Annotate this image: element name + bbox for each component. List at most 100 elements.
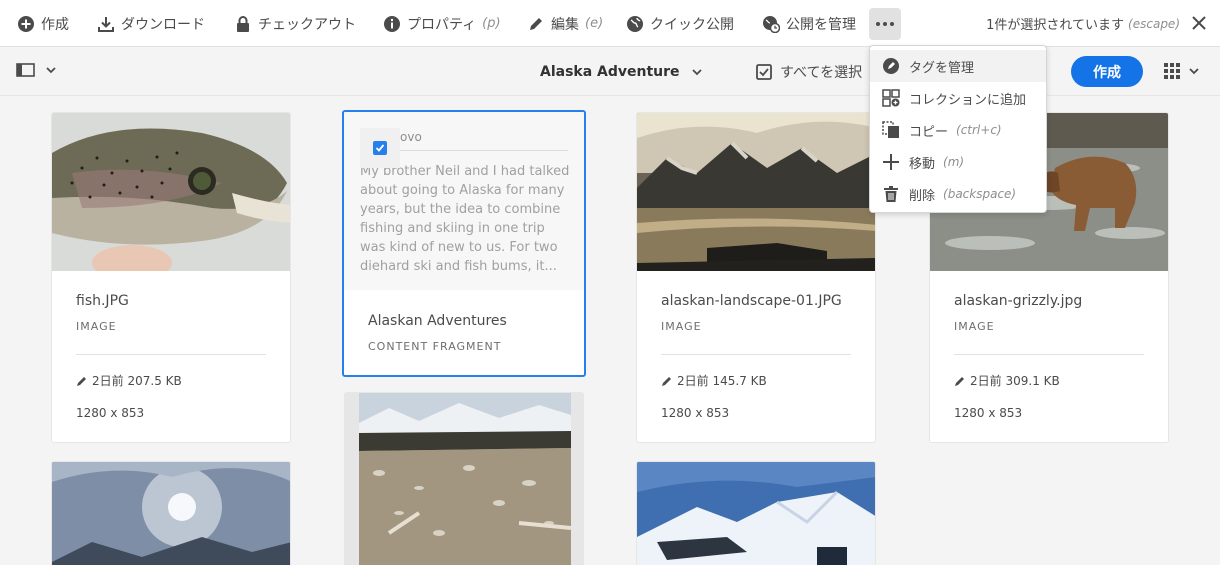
selection-count-label: 1件が選択されています — [986, 18, 1125, 33]
menu-item-copy[interactable]: コピー (ctrl+c) — [870, 114, 1046, 146]
pencil-icon — [955, 376, 964, 386]
folder-title[interactable]: Alaska Adventure — [540, 48, 704, 96]
asset-modified: 2日前 309.1 KB — [954, 372, 1060, 389]
globe-icon — [627, 15, 643, 32]
quick-publish-label: クイック公開 — [650, 16, 734, 33]
grid-view-icon — [1164, 63, 1180, 79]
edit-shortcut: (e) — [585, 16, 604, 31]
properties-shortcut: (p) — [482, 16, 501, 31]
menu-item-label: 移動 — [909, 156, 936, 172]
manage-publication-action[interactable]: 公開を管理 — [762, 0, 856, 47]
globe-clock-icon — [763, 15, 780, 33]
asset-dimensions: 1280 x 853 — [76, 406, 145, 420]
download-label: ダウンロード — [121, 16, 205, 33]
menu-item-label: 削除 — [909, 188, 936, 204]
checkmark-icon — [373, 141, 387, 155]
select-checkbox[interactable] — [360, 128, 400, 168]
pencil-icon — [662, 376, 671, 386]
menu-item-label: コピー — [909, 124, 949, 140]
asset-title: Alaskan Adventures — [368, 313, 507, 329]
asset-card[interactable]: fish.JPG IMAGE 2日前 207.5 KB 1280 x 853 — [51, 112, 291, 443]
riverbank-image — [359, 393, 571, 565]
asset-type: IMAGE — [76, 320, 117, 333]
selection-shortcut: (escape) — [1128, 16, 1180, 31]
pencil-icon — [530, 17, 542, 30]
menu-item-label: コレクションに追加 — [909, 92, 1027, 108]
ellipsis-dot — [890, 22, 894, 26]
more-actions-button[interactable] — [869, 8, 901, 40]
asset-type: CONTENT FRAGMENT — [368, 340, 502, 353]
download-icon — [98, 16, 114, 32]
select-all-button[interactable]: すべてを選択 — [756, 48, 862, 96]
menu-item-shortcut: (m) — [943, 155, 965, 169]
asset-thumbnail — [52, 113, 290, 271]
menu-item-shortcut: (ctrl+c) — [956, 123, 1002, 137]
mountain-plane-image — [637, 462, 875, 565]
action-bar: 作成 ダウンロード チェックアウト プロパティ (p) 編集 (e) クイック公… — [0, 0, 1220, 47]
info-icon — [384, 15, 400, 32]
modified-label: 2日前 — [970, 374, 1002, 388]
asset-card-selected[interactable]: ovo My brother Neil and I had talked abo… — [342, 110, 586, 377]
chevron-down-icon — [691, 69, 702, 76]
asset-thumbnail — [637, 113, 875, 271]
download-action[interactable]: ダウンロード — [97, 0, 205, 47]
asset-title: fish.JPG — [76, 293, 129, 309]
size-label: 207.5 KB — [127, 373, 182, 388]
manage-publication-label: 公開を管理 — [786, 16, 856, 33]
create-button[interactable]: 作成 — [1071, 56, 1143, 87]
asset-title: alaskan-grizzly.jpg — [954, 293, 1083, 309]
modified-label: 2日前 — [92, 374, 124, 388]
properties-label: プロパティ — [407, 16, 477, 33]
menu-item-delete[interactable]: 削除 (backspace) — [870, 178, 1046, 210]
add-circle-icon — [18, 15, 34, 32]
card-divider — [661, 354, 851, 355]
collection-add-icon — [882, 89, 900, 107]
checkbox-icon — [756, 64, 772, 80]
asset-dimensions: 1280 x 853 — [954, 406, 1023, 420]
card-divider — [76, 354, 266, 355]
size-label: 145.7 KB — [712, 373, 767, 388]
ellipsis-dot — [883, 22, 887, 26]
menu-item-manage-tags[interactable]: タグを管理 — [870, 50, 1046, 82]
fish-image — [52, 113, 290, 271]
edit-action[interactable]: 編集 (e) — [527, 0, 603, 47]
view-switcher-button[interactable] — [1163, 62, 1201, 80]
rail-toggle-button[interactable] — [16, 62, 58, 78]
menu-item-add-to-collection[interactable]: コレクションに追加 — [870, 82, 1046, 114]
asset-card[interactable] — [344, 392, 584, 565]
asset-modified: 2日前 145.7 KB — [661, 372, 767, 389]
asset-dimensions: 1280 x 853 — [661, 406, 730, 420]
asset-card[interactable] — [636, 461, 876, 565]
sky-image — [52, 462, 290, 565]
lock-icon — [237, 15, 249, 32]
chevron-down-icon — [46, 67, 56, 74]
ellipsis-icon — [876, 22, 880, 26]
asset-type: IMAGE — [954, 320, 995, 333]
copy-icon — [882, 121, 899, 138]
move-icon — [883, 154, 899, 170]
create-label: 作成 — [41, 16, 69, 33]
edit-label: 編集 — [551, 16, 579, 33]
checkout-action[interactable]: チェックアウト — [234, 0, 356, 47]
chevron-down-icon — [1189, 68, 1199, 75]
menu-item-label: タグを管理 — [909, 60, 975, 76]
select-all-label: すべてを選択 — [780, 65, 863, 81]
asset-title: alaskan-landscape-01.JPG — [661, 293, 842, 309]
close-icon[interactable] — [1190, 14, 1208, 32]
asset-card[interactable] — [51, 461, 291, 565]
pencil-icon — [77, 376, 86, 386]
menu-item-move[interactable]: 移動 (m) — [870, 146, 1046, 178]
modified-label: 2日前 — [677, 374, 709, 388]
asset-card[interactable]: alaskan-landscape-01.JPG IMAGE 2日前 145.7… — [636, 112, 876, 443]
create-action[interactable]: 作成 — [17, 0, 69, 47]
trash-icon — [884, 186, 898, 202]
properties-action[interactable]: プロパティ (p) — [383, 0, 501, 47]
size-label: 309.1 KB — [1005, 373, 1060, 388]
tag-icon — [883, 58, 899, 74]
quick-publish-action[interactable]: クイック公開 — [626, 0, 734, 47]
more-actions-menu: タグを管理 コレクションに追加 コピー (ctrl+c) 移動 (m) 削除 (… — [869, 45, 1047, 213]
card-divider — [954, 354, 1144, 355]
landscape-image — [637, 113, 875, 271]
checkout-label: チェックアウト — [258, 16, 356, 33]
asset-type: IMAGE — [661, 320, 702, 333]
